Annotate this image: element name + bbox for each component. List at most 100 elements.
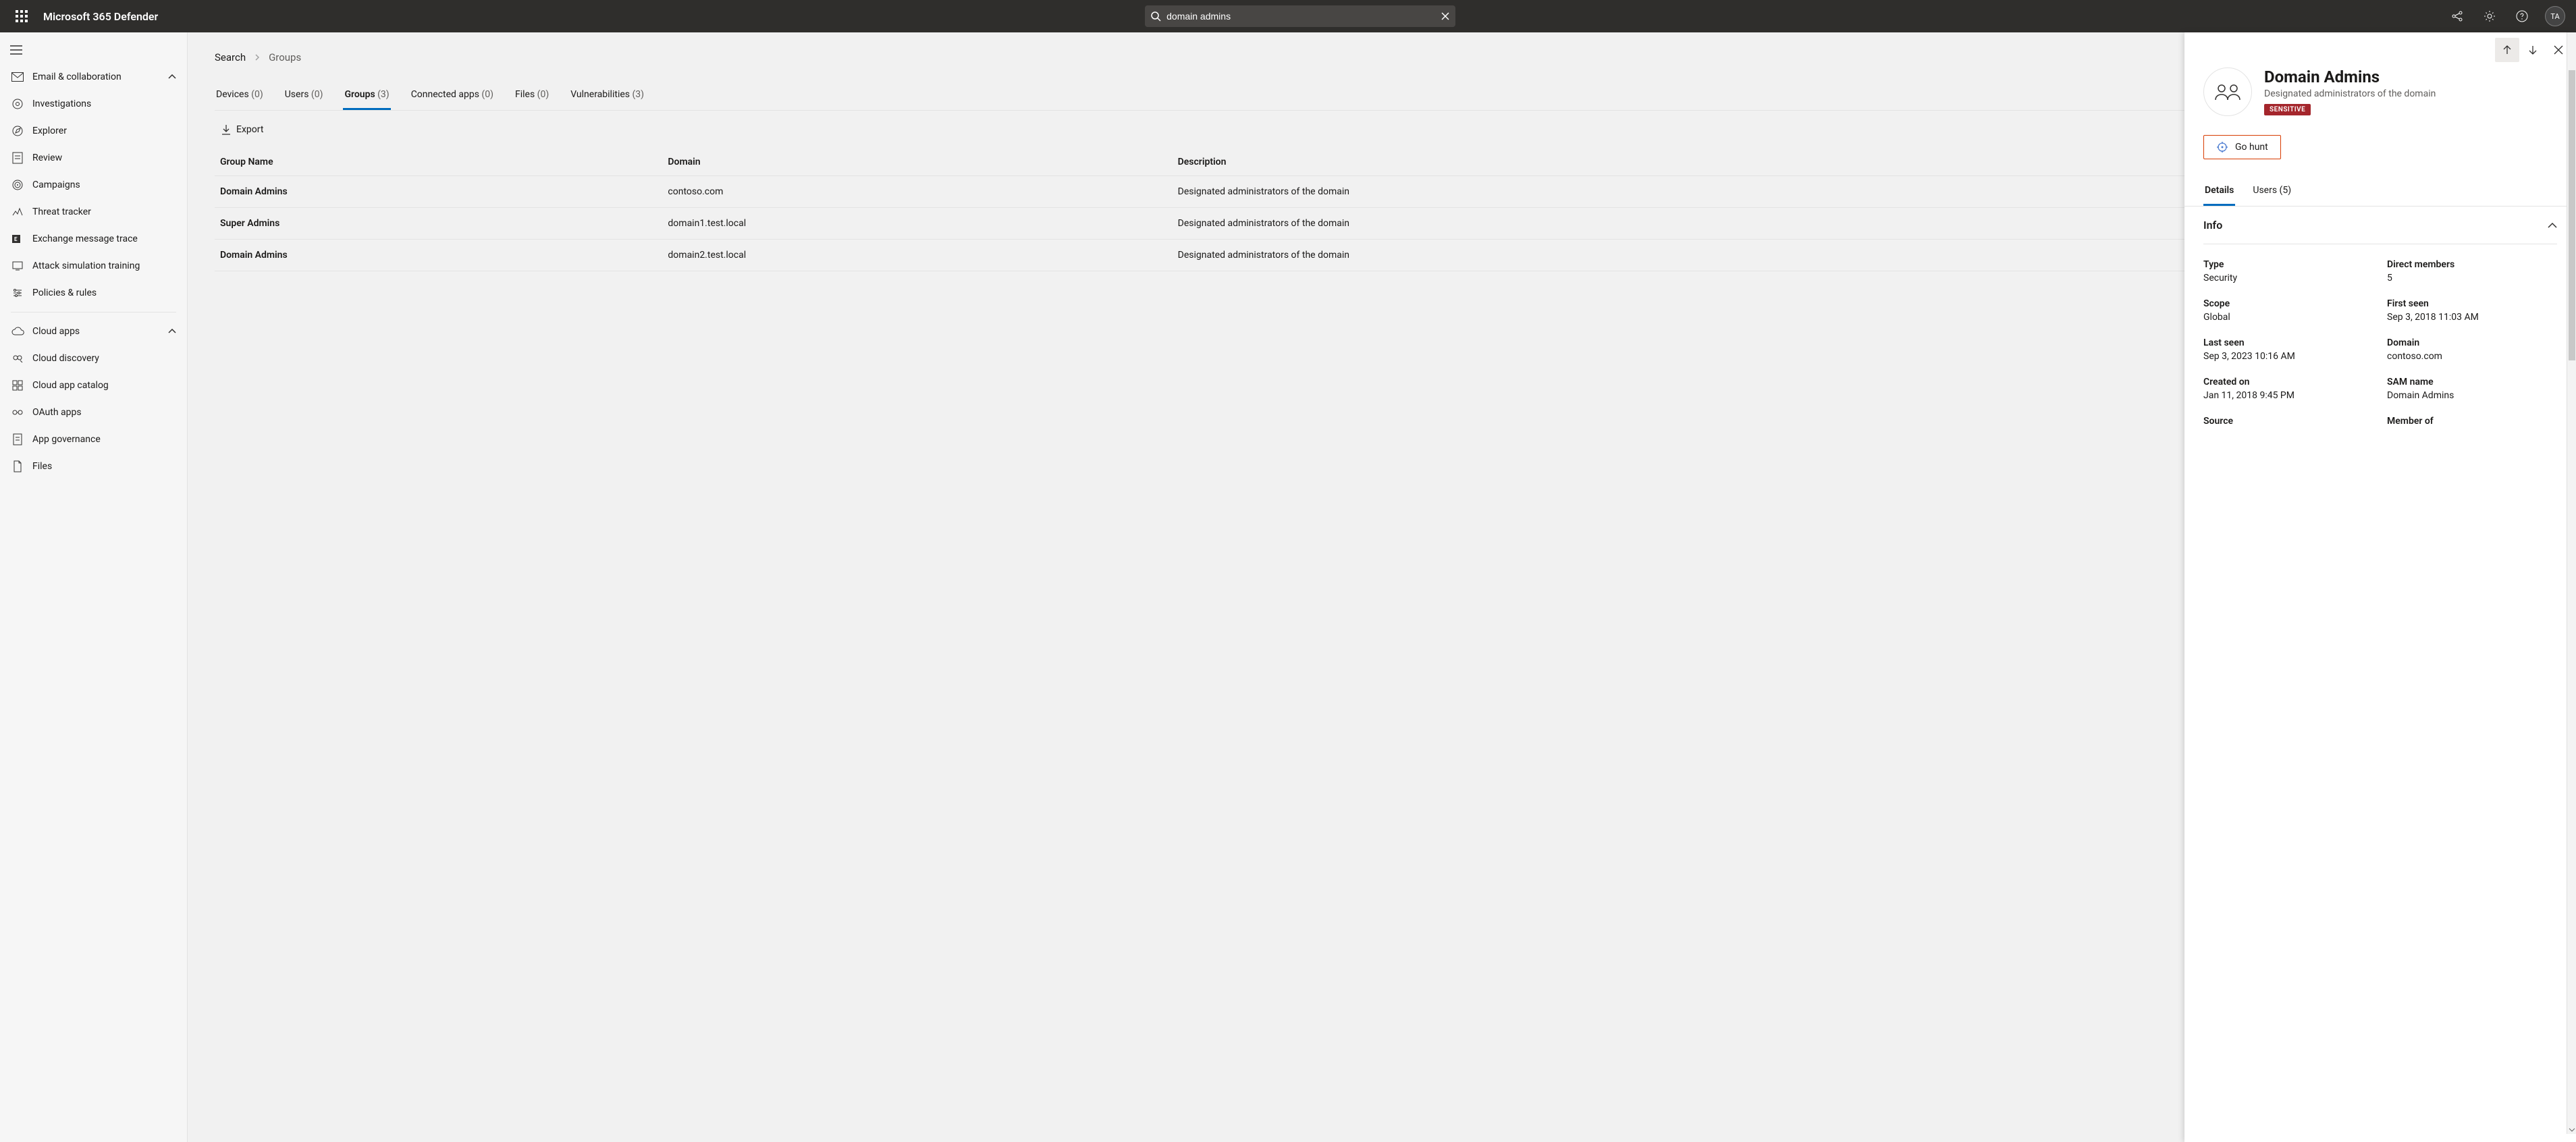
info-section-header[interactable]: Info bbox=[2203, 207, 2557, 244]
nav-item-label: Attack simulation training bbox=[32, 261, 176, 271]
nav-toggle[interactable] bbox=[0, 36, 32, 63]
nav-exchange-message-trace[interactable]: E Exchange message trace bbox=[0, 225, 187, 252]
nav-item-label: Cloud app catalog bbox=[32, 380, 176, 391]
breadcrumb-search[interactable]: Search bbox=[215, 51, 246, 63]
app-launcher[interactable] bbox=[5, 0, 38, 32]
tab-label: Connected apps bbox=[411, 89, 479, 100]
info-label: Domain bbox=[2387, 337, 2557, 348]
investigations-icon bbox=[11, 97, 24, 111]
gear-icon bbox=[2484, 10, 2496, 22]
scrollbar-thumb[interactable] bbox=[2569, 70, 2575, 360]
mail-icon bbox=[11, 70, 24, 84]
column-group-name[interactable]: Group Name bbox=[215, 148, 662, 176]
info-scope: Scope Global bbox=[2203, 298, 2373, 323]
panel-prev-button[interactable] bbox=[2495, 38, 2519, 62]
info-label: Last seen bbox=[2203, 337, 2373, 348]
cell-domain: domain1.test.local bbox=[662, 208, 1172, 240]
export-button[interactable]: Export bbox=[215, 120, 270, 139]
tab-connected-apps[interactable]: Connected apps (0) bbox=[410, 82, 495, 110]
settings-button[interactable] bbox=[2475, 0, 2504, 32]
nav-files[interactable]: Files bbox=[0, 453, 187, 480]
clear-search-icon[interactable] bbox=[1441, 11, 1450, 21]
nav-review[interactable]: Review bbox=[0, 144, 187, 171]
cell-description: Designated administrators of the domain bbox=[1173, 240, 2219, 271]
svg-text:E: E bbox=[14, 236, 18, 242]
governance-icon bbox=[11, 433, 24, 446]
panel-tab-users[interactable]: Users (5) bbox=[2251, 178, 2292, 206]
export-label: Export bbox=[236, 124, 263, 135]
nav-section-cloud-apps[interactable]: Cloud apps bbox=[0, 318, 187, 345]
cell-group-name[interactable]: Super Admins bbox=[215, 208, 662, 240]
nav-item-label: Review bbox=[32, 153, 176, 163]
column-description[interactable]: Description bbox=[1173, 148, 2219, 176]
details-panel: Domain Admins Designated administrators … bbox=[2184, 32, 2576, 1142]
chevron-up-icon bbox=[168, 329, 176, 334]
panel-next-button[interactable] bbox=[2521, 38, 2545, 62]
info-value: Domain Admins bbox=[2387, 390, 2557, 401]
cell-description: Designated administrators of the domain bbox=[1173, 176, 2219, 208]
column-domain[interactable]: Domain bbox=[662, 148, 1172, 176]
nav-section-email-collab[interactable]: Email & collaboration bbox=[0, 63, 187, 90]
threat-tracker-icon bbox=[11, 205, 24, 219]
nav-attack-simulation[interactable]: Attack simulation training bbox=[0, 252, 187, 279]
tab-count: (0) bbox=[311, 89, 323, 100]
panel-title: Domain Admins bbox=[2264, 67, 2436, 87]
share-icon bbox=[2451, 10, 2463, 22]
info-last-seen: Last seen Sep 3, 2023 10:16 AM bbox=[2203, 337, 2373, 362]
help-button[interactable] bbox=[2507, 0, 2537, 32]
info-member-of: Member of bbox=[2387, 416, 2557, 427]
panel-scrollbar[interactable] bbox=[2567, 32, 2576, 1134]
nav-item-label: App governance bbox=[32, 434, 176, 445]
panel-tab-details[interactable]: Details bbox=[2203, 178, 2235, 206]
info-sam-name: SAM name Domain Admins bbox=[2387, 377, 2557, 401]
explorer-icon bbox=[11, 124, 24, 138]
info-label: Direct members bbox=[2387, 259, 2557, 270]
hamburger-icon bbox=[10, 45, 22, 55]
cell-domain: domain2.test.local bbox=[662, 240, 1172, 271]
nav-investigations[interactable]: Investigations bbox=[0, 90, 187, 117]
tab-groups[interactable]: Groups (3) bbox=[343, 82, 390, 110]
policies-icon bbox=[11, 286, 24, 300]
account-avatar[interactable]: TA bbox=[2545, 6, 2565, 26]
go-hunt-button[interactable]: Go hunt bbox=[2203, 135, 2281, 159]
nav-item-label: Files bbox=[32, 461, 176, 472]
nav-item-label: Campaigns bbox=[32, 180, 176, 190]
info-label: Member of bbox=[2387, 416, 2557, 427]
nav-cloud-discovery[interactable]: Cloud discovery bbox=[0, 345, 187, 372]
tab-files[interactable]: Files (0) bbox=[514, 82, 550, 110]
nav-item-label: Investigations bbox=[32, 99, 176, 109]
panel-subtitle: Designated administrators of the domain bbox=[2264, 88, 2436, 99]
info-label: Created on bbox=[2203, 377, 2373, 387]
info-title: Info bbox=[2203, 219, 2222, 232]
nav-oauth-apps[interactable]: OAuth apps bbox=[0, 399, 187, 426]
tab-label: Groups bbox=[344, 89, 375, 100]
waffle-icon bbox=[16, 10, 28, 22]
tab-label: Devices bbox=[216, 89, 249, 100]
info-value: 5 bbox=[2387, 273, 2557, 283]
chevron-up-icon bbox=[168, 74, 176, 80]
info-type: Type Security bbox=[2203, 259, 2373, 283]
arrow-down-icon bbox=[2527, 45, 2538, 55]
tab-vulnerabilities[interactable]: Vulnerabilities (3) bbox=[569, 82, 645, 110]
campaigns-icon bbox=[11, 178, 24, 192]
nav-threat-tracker[interactable]: Threat tracker bbox=[0, 198, 187, 225]
nav-app-governance[interactable]: App governance bbox=[0, 426, 187, 453]
chevron-right-icon bbox=[254, 54, 261, 61]
global-search[interactable] bbox=[1145, 5, 1455, 27]
panel-header: Domain Admins Designated administrators … bbox=[2184, 67, 2576, 127]
tab-devices[interactable]: Devices (0) bbox=[215, 82, 265, 110]
cell-group-name[interactable]: Domain Admins bbox=[215, 176, 662, 208]
nav-cloud-app-catalog[interactable]: Cloud app catalog bbox=[0, 372, 187, 399]
tab-users[interactable]: Users (0) bbox=[284, 82, 325, 110]
search-input[interactable] bbox=[1161, 11, 1441, 22]
nav-campaigns[interactable]: Campaigns bbox=[0, 171, 187, 198]
cell-group-name[interactable]: Domain Admins bbox=[215, 240, 662, 271]
scroll-down-button[interactable] bbox=[2567, 1126, 2576, 1134]
app-title: Microsoft 365 Defender bbox=[43, 10, 158, 23]
nav-policies-rules[interactable]: Policies & rules bbox=[0, 279, 187, 306]
nav-section-label: Cloud apps bbox=[32, 326, 168, 337]
tab-label: Vulnerabilities bbox=[570, 89, 630, 100]
share-button[interactable] bbox=[2442, 0, 2472, 32]
nav-explorer[interactable]: Explorer bbox=[0, 117, 187, 144]
tab-count: (3) bbox=[632, 89, 644, 100]
